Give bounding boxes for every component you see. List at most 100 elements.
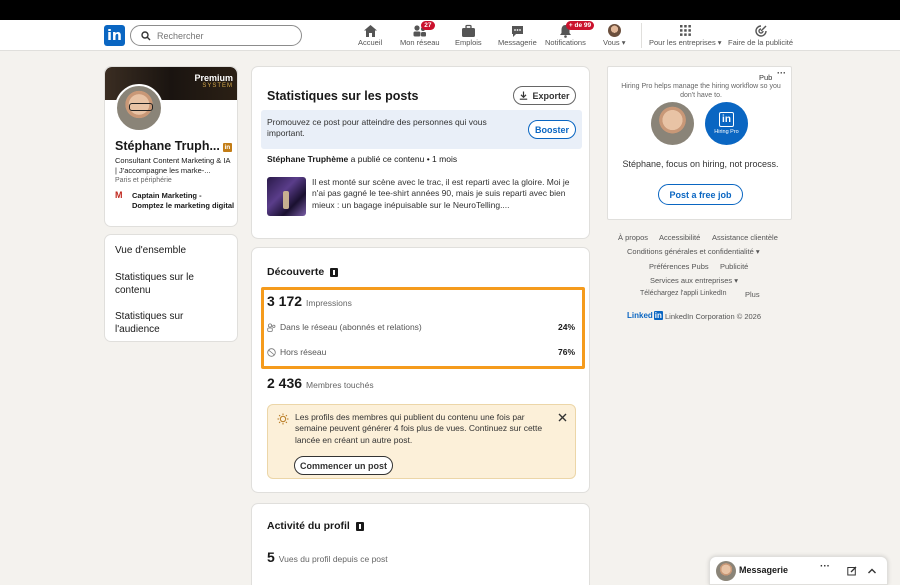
chevron-up-icon[interactable]: [867, 566, 877, 576]
activity-header: Activité du profil: [267, 520, 364, 532]
footer-terms[interactable]: Conditions générales et confidentialité …: [627, 247, 760, 256]
promote-text: Promouvez ce post pour atteindre des per…: [267, 117, 487, 138]
messaging-label: Messagerie: [739, 565, 789, 575]
search-icon: [141, 30, 151, 40]
sidenav-overview[interactable]: Vue d'ensemble: [115, 244, 186, 257]
ad-user-avatar: [651, 102, 694, 145]
footer-ad-prefs[interactable]: Préférences Pubs: [649, 262, 709, 271]
nav-me[interactable]: Vous ▾: [603, 23, 626, 47]
lightbulb-icon: [277, 413, 289, 425]
profile-views-label: Vues du profil depuis ce post: [278, 554, 388, 564]
nav-advertise[interactable]: Faire de la publicité: [728, 23, 793, 47]
ad-text: Hiring Pro helps manage the hiring workf…: [621, 83, 781, 99]
post-stats-title: Statistiques sur les posts: [267, 89, 419, 103]
profile-location: Paris et périphérie: [115, 177, 172, 184]
members-value: 2 436: [267, 375, 303, 391]
footer-business-services[interactable]: Services aux entreprises ▾: [650, 276, 738, 285]
export-label: Exporter: [532, 90, 570, 101]
profile-views-value: 5: [267, 549, 275, 565]
footer-terms-label: Conditions générales et confidentialité: [627, 247, 754, 256]
footer-get-app[interactable]: Téléchargez l'appli LinkedIn: [640, 290, 727, 297]
nav-network-label: Mon réseau: [400, 38, 440, 47]
banner-system-text: SYSTEM: [202, 83, 233, 89]
company-name[interactable]: Captain Marketing - Domptez le marketing…: [132, 191, 235, 210]
nav-messaging[interactable]: Messagerie: [498, 23, 537, 47]
footer-advertising[interactable]: Publicité: [720, 262, 748, 271]
post-thumbnail[interactable]: [267, 177, 306, 216]
sidenav-content-stats[interactable]: Statistiques sur le contenu: [115, 271, 225, 297]
post-free-job-button[interactable]: Post a free job: [658, 184, 743, 205]
footer-business-label: Services aux entreprises: [650, 276, 733, 285]
footer-help[interactable]: Assistance clientèle: [712, 233, 778, 242]
premium-lock-icon: [330, 267, 339, 277]
profile-views-stat: 5 Vues du profil depuis ce post: [267, 549, 388, 565]
footer-copyright: LinkedIn Corporation © 2026: [665, 312, 762, 321]
compose-icon[interactable]: [847, 566, 857, 576]
footer-brand-text: Linked: [627, 311, 653, 320]
footer-about[interactable]: À propos: [618, 233, 648, 242]
company-logo-icon: M: [115, 190, 123, 200]
nav-business-label: Pour les entreprises: [649, 38, 716, 47]
discovery-card: Découverte 3 172 Impressions Dans le rés…: [251, 247, 590, 493]
nav-advertise-label: Faire de la publicité: [728, 38, 794, 47]
search-box[interactable]: [130, 25, 302, 46]
messaging-bar[interactable]: Messagerie ···: [709, 556, 888, 585]
close-icon[interactable]: [558, 413, 567, 422]
profile-card: Premium SYSTEM Stéphane Truph... in Consu…: [104, 66, 238, 227]
advertise-icon: [754, 24, 767, 37]
nav-jobs-label: Emplois: [455, 38, 482, 47]
linkedin-icon: in: [719, 112, 734, 127]
nav-me-label: Vous: [603, 38, 620, 47]
footer-in-icon: in: [653, 311, 663, 320]
hiring-pro-text: Hiring Pro: [714, 129, 739, 135]
boost-button[interactable]: Booster: [528, 120, 576, 139]
window-top-bar: [0, 0, 900, 20]
home-icon: [363, 24, 377, 37]
post-author[interactable]: Stéphane Truphème: [267, 154, 348, 164]
profile-name-row[interactable]: Stéphane Truph... in: [115, 139, 232, 153]
nav-home[interactable]: Accueil: [358, 23, 382, 47]
messaging-icon: [511, 25, 523, 37]
ad-headline: Stéphane, focus on hiring, not process.: [622, 159, 779, 169]
nav-home-label: Accueil: [358, 38, 383, 47]
profile-avatar[interactable]: [115, 84, 163, 132]
nav-business[interactable]: Pour les entreprises ▾: [649, 23, 722, 47]
download-icon: [520, 91, 528, 100]
start-post-button[interactable]: Commencer un post: [294, 456, 393, 475]
premium-badge-icon: in: [222, 143, 232, 152]
export-button[interactable]: Exporter: [513, 86, 576, 105]
sidenav-audience-stats[interactable]: Statistiques sur l'audience: [115, 310, 225, 336]
top-navigation: in Accueil 27 Mon réseau Emplois Message…: [0, 20, 900, 51]
nav-divider: [641, 23, 642, 48]
post-author-line: Stéphane Truphème a publié ce contenu • …: [267, 154, 457, 164]
nav-network[interactable]: 27 Mon réseau: [400, 21, 440, 47]
footer-more[interactable]: Plus: [745, 290, 760, 299]
ad-label: Pub: [759, 73, 773, 82]
profile-activity-card: Activité du profil 5 Vues du profil depu…: [251, 503, 590, 585]
discovery-title: Découverte: [267, 266, 325, 278]
nav-jobs[interactable]: Emplois: [455, 23, 482, 47]
footer-brand-logo: Linked in: [627, 311, 663, 320]
profile-company[interactable]: M Captain Marketing - Domptez le marketi…: [115, 190, 235, 210]
premium-lock-icon: [355, 521, 364, 531]
messaging-menu-icon[interactable]: ···: [820, 561, 830, 572]
impressions-highlight-box: [261, 287, 585, 369]
tip-box: Les profils des membres qui publient du …: [267, 404, 576, 479]
briefcase-icon: [461, 24, 475, 37]
user-avatar-small: [607, 24, 621, 37]
nav-messaging-label: Messagerie: [498, 38, 537, 47]
linkedin-logo[interactable]: in: [104, 25, 125, 46]
nav-notifications[interactable]: + de 99 Notifications: [545, 21, 595, 47]
promote-banner: Promouvez ce post pour atteindre des per…: [261, 110, 582, 149]
tip-text: Les profils des membres qui publient du …: [295, 412, 543, 445]
profile-name[interactable]: Stéphane Truph...: [115, 139, 220, 153]
search-input[interactable]: [157, 30, 287, 41]
ad-menu-icon[interactable]: ···: [777, 68, 786, 78]
members-label: Membres touchés: [306, 380, 374, 390]
grid-icon: [679, 25, 691, 36]
footer-accessibility[interactable]: Accessibilité: [659, 233, 700, 242]
activity-title: Activité du profil: [267, 520, 350, 532]
notifications-badge: + de 99: [565, 21, 595, 30]
post-excerpt[interactable]: Il est monté sur scène avec le trac, il …: [312, 177, 577, 211]
nav-notifications-label: Notifications: [545, 38, 586, 47]
